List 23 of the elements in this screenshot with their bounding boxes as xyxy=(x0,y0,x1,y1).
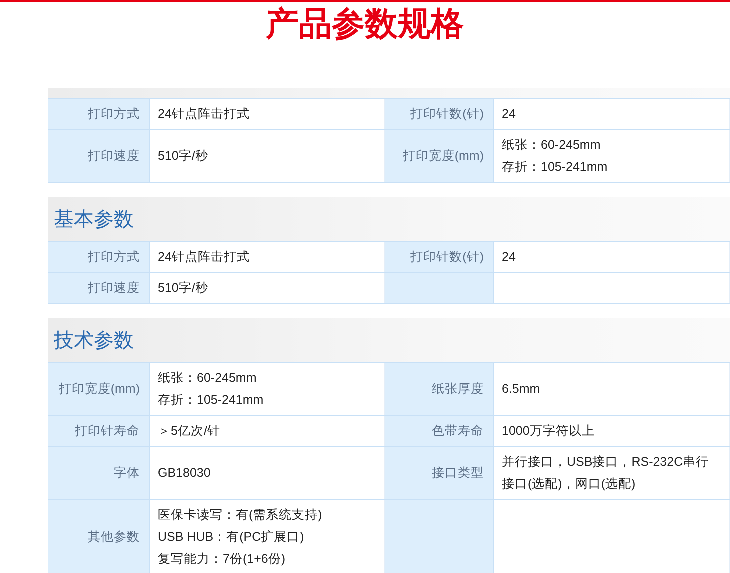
section-heading: 基本参数 xyxy=(54,206,134,232)
parameter-value: 1000万字符以上 xyxy=(494,416,730,446)
parameter-label: 打印宽度(mm) xyxy=(385,130,494,182)
parameter-label: 打印针数(针) xyxy=(385,99,494,129)
page-title: 产品参数规格 xyxy=(264,3,465,45)
parameter-label: 打印方式 xyxy=(48,242,150,272)
parameter-value: 6.5mm xyxy=(494,363,730,415)
parameter-label: 打印速度 xyxy=(48,130,150,182)
parameter-label: 打印速度 xyxy=(48,273,150,303)
parameter-value: 24 xyxy=(494,242,730,272)
parameter-label: 打印方式 xyxy=(48,99,150,129)
section-heading: 技术参数 xyxy=(54,326,134,354)
parameter-label: 其他参数 xyxy=(48,500,150,573)
parameter-value: 24 xyxy=(494,99,730,129)
parameter-label: 打印宽度(mm) xyxy=(48,363,150,415)
parameter-value: 纸张：60-245mm 存折：105-241mm xyxy=(494,130,730,182)
parameter-label: 纸张厚度 xyxy=(385,363,494,415)
parameter-label: 打印针寿命 xyxy=(48,416,150,446)
parameter-label: 打印针数(针) xyxy=(385,242,494,272)
parameter-label: 色带寿命 xyxy=(385,416,494,446)
parameter-value: 并行接口，USB接口，RS-232C串行接口(选配)，网口(选配) xyxy=(494,447,730,499)
parameter-label: 接口类型 xyxy=(385,447,494,499)
parameter-label: 字体 xyxy=(48,447,150,499)
